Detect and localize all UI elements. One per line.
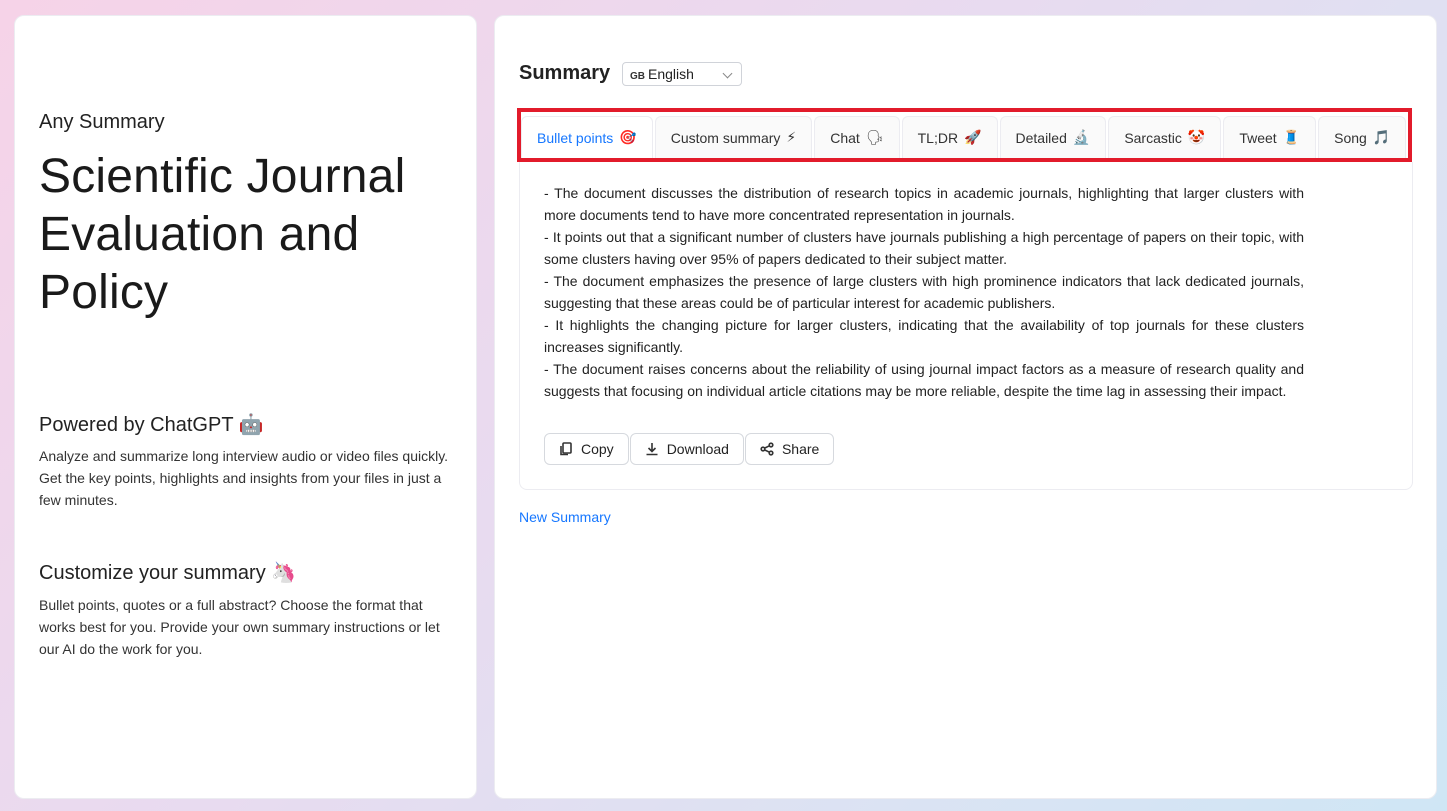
download-button[interactable]: Download: [629, 433, 744, 465]
document-title: Scientific Journal Evaluation and Policy: [39, 150, 406, 319]
app-name: Any Summary: [39, 111, 165, 133]
tab-chat[interactable]: Chat 🗣: [814, 116, 900, 158]
customize-heading: Customize your summary 🦄: [39, 562, 297, 584]
flag-icon: GB: [630, 71, 645, 82]
summary-bullet: - It highlights the changing picture for…: [544, 317, 1304, 355]
summary-bullet: - The document discusses the distributio…: [544, 185, 1304, 223]
share-icon: [760, 442, 774, 456]
tab-tldr[interactable]: TL;DR 🚀: [901, 116, 998, 158]
summary-label: Summary: [519, 62, 611, 84]
summary-format-tabs: Bullet points 🎯 Custom summary ⚡ Chat 🗣 …: [517, 108, 1412, 162]
tab-label: Tweet: [1239, 129, 1277, 146]
tab-label: Custom summary: [670, 129, 781, 146]
tab-label: Detailed: [1015, 129, 1067, 146]
summary-text: - The document discusses the distributio…: [544, 182, 1304, 402]
tab-song[interactable]: Song 🎵: [1318, 116, 1407, 158]
tab-detailed[interactable]: Detailed 🔬: [999, 116, 1107, 158]
share-label: Share: [781, 441, 820, 457]
chevron-down-icon: [722, 68, 733, 79]
target-icon: 🎯: [619, 129, 637, 145]
powered-by-text: Analyze and summarize long interview aud…: [39, 448, 449, 508]
new-summary-link[interactable]: New Summary: [519, 509, 611, 525]
lightning-icon: ⚡: [786, 129, 797, 145]
tab-tweet[interactable]: Tweet 🧵: [1223, 116, 1317, 158]
tab-custom-summary[interactable]: Custom summary ⚡: [654, 116, 813, 158]
tab-label: Bullet points: [537, 129, 614, 146]
copy-icon: [560, 442, 572, 456]
tab-sarcastic[interactable]: Sarcastic 🤡: [1108, 116, 1222, 158]
language-value: English: [648, 66, 694, 82]
tab-label: Song: [1334, 129, 1367, 146]
language-select[interactable]: GB English: [622, 62, 742, 86]
thread-icon: 🧵: [1282, 129, 1301, 145]
summary-bullet: - It points out that a significant numbe…: [544, 229, 1304, 267]
info-panel: Any Summary Scientific Journal Evaluatio…: [14, 15, 477, 799]
tab-label: Sarcastic: [1124, 129, 1182, 146]
speaking-head-icon: 🗣: [865, 129, 884, 145]
rocket-icon: 🚀: [964, 129, 982, 145]
copy-button[interactable]: Copy: [544, 433, 629, 465]
summary-actions: Copy Download Share: [544, 433, 835, 465]
tab-label: Chat: [830, 129, 860, 146]
summary-panel: Summary GB English Bullet points 🎯 Custom…: [494, 15, 1437, 799]
tab-bullet-points[interactable]: Bullet points 🎯: [521, 116, 653, 158]
microscope-icon: 🔬: [1072, 129, 1091, 145]
summary-bullet: - The document emphasizes the presence o…: [544, 273, 1304, 311]
download-label: Download: [666, 441, 729, 457]
powered-by-heading: Powered by ChatGPT 🤖: [39, 414, 264, 436]
music-note-icon: 🎵: [1372, 129, 1391, 145]
summary-content-card: - The document discusses the distributio…: [519, 162, 1413, 490]
tab-label: TL;DR: [917, 129, 959, 146]
share-button[interactable]: Share: [744, 433, 835, 465]
summary-bullet: - The document raises concerns about the…: [544, 361, 1304, 399]
copy-label: Copy: [581, 441, 614, 457]
clown-icon: 🤡: [1187, 129, 1206, 145]
customize-text: Bullet points, quotes or a full abstract…: [39, 597, 440, 657]
download-icon: [646, 443, 658, 456]
